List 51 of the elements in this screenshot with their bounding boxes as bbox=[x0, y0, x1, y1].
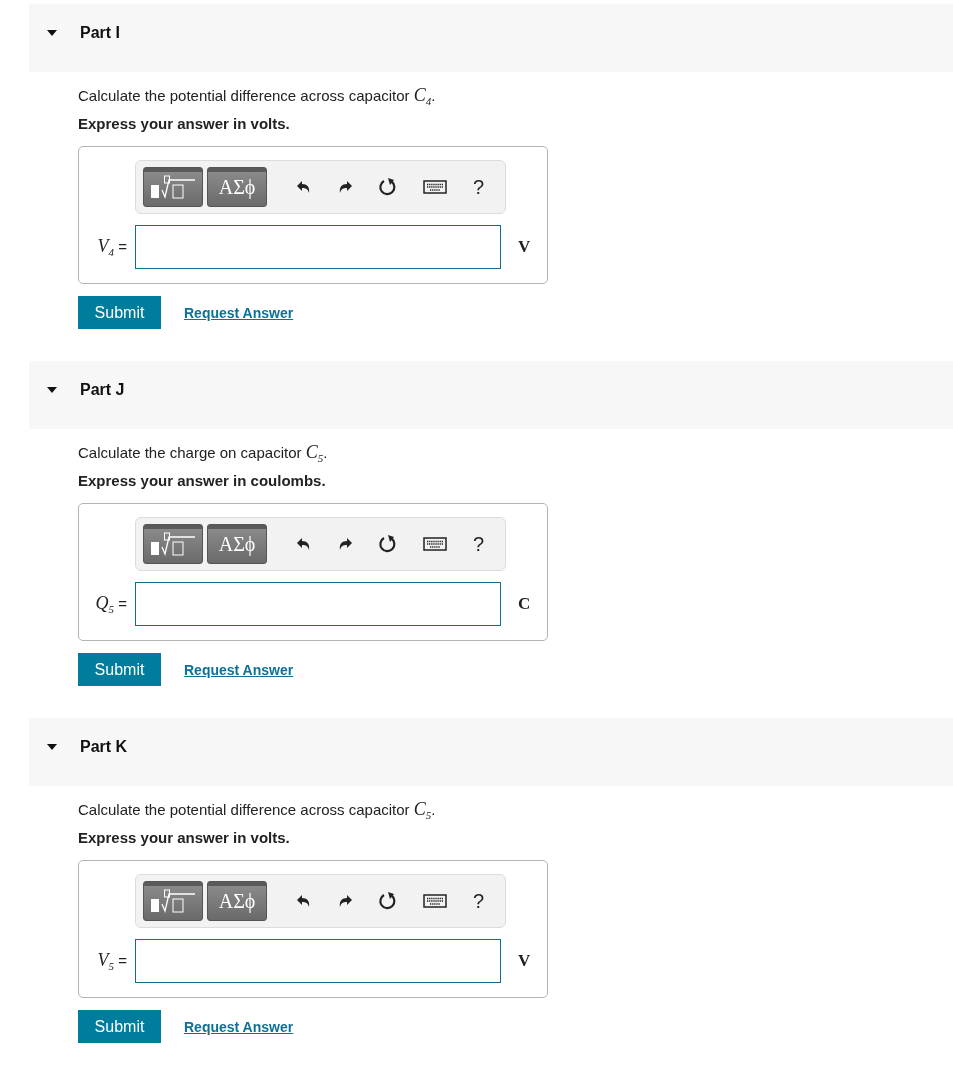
request-answer-link[interactable]: Request Answer bbox=[184, 661, 294, 678]
undo-icon[interactable] bbox=[296, 536, 312, 552]
redo-icon[interactable] bbox=[337, 179, 353, 195]
part-title: Part I bbox=[80, 24, 120, 42]
answer-input[interactable] bbox=[135, 582, 501, 626]
submit-button[interactable]: Submit bbox=[78, 296, 161, 329]
template-button[interactable] bbox=[143, 167, 203, 207]
request-answer-link[interactable]: Request Answer bbox=[184, 1018, 294, 1035]
radical-template-icon bbox=[149, 174, 197, 200]
part-header[interactable]: Part J bbox=[29, 361, 953, 429]
answer-input[interactable] bbox=[135, 225, 501, 269]
variable-label: V$_{4}$ = bbox=[96, 236, 127, 258]
reset-icon[interactable] bbox=[378, 177, 398, 197]
request-answer-link[interactable]: Request Answer bbox=[184, 304, 294, 321]
submit-button[interactable]: Submit bbox=[78, 1010, 161, 1043]
reset-icon[interactable] bbox=[378, 891, 398, 911]
question-text: Calculate the potential difference across capacitor C$_{4}$. bbox=[78, 85, 437, 105]
symbols-button[interactable]: ΑΣϕ bbox=[207, 524, 267, 564]
help-button[interactable]: ? bbox=[469, 175, 489, 199]
part-title: Part K bbox=[80, 738, 128, 756]
submit-button[interactable]: Submit bbox=[78, 653, 161, 686]
radical-template-icon bbox=[149, 531, 197, 557]
keyboard-icon[interactable] bbox=[423, 180, 447, 194]
symbols-button[interactable]: ΑΣϕ bbox=[207, 167, 267, 207]
reset-icon[interactable] bbox=[378, 534, 398, 554]
part-header[interactable]: Part I bbox=[29, 4, 953, 72]
part-header[interactable]: Part K bbox=[29, 718, 953, 786]
template-button[interactable] bbox=[143, 881, 203, 921]
variable-label: Q$_{5}$ = bbox=[94, 593, 127, 615]
symbols-button[interactable]: ΑΣϕ bbox=[207, 881, 267, 921]
unit-label: C bbox=[518, 594, 531, 614]
unit-label: V bbox=[518, 951, 531, 971]
instruction-text: Express your answer in coulombs. bbox=[78, 472, 327, 489]
help-button[interactable]: ? bbox=[469, 889, 489, 913]
undo-icon[interactable] bbox=[296, 179, 312, 195]
keyboard-icon[interactable] bbox=[423, 894, 447, 908]
instruction-text: Express your answer in volts. bbox=[78, 115, 291, 132]
radical-template-icon bbox=[149, 888, 197, 914]
part-title: Part J bbox=[80, 381, 125, 399]
question-text: Calculate the potential difference across capacitor C$_{5}$. bbox=[78, 799, 437, 819]
help-button[interactable]: ? bbox=[469, 532, 489, 556]
undo-icon[interactable] bbox=[296, 893, 312, 909]
template-button[interactable] bbox=[143, 524, 203, 564]
redo-icon[interactable] bbox=[337, 536, 353, 552]
answer-input[interactable] bbox=[135, 939, 501, 983]
variable-label: V$_{5}$ = bbox=[96, 950, 127, 972]
question-text: Calculate the charge on capacitor C$_{5}$. bbox=[78, 442, 329, 462]
instruction-text: Express your answer in volts. bbox=[78, 829, 291, 846]
unit-label: V bbox=[518, 237, 531, 257]
redo-icon[interactable] bbox=[337, 893, 353, 909]
keyboard-icon[interactable] bbox=[423, 537, 447, 551]
